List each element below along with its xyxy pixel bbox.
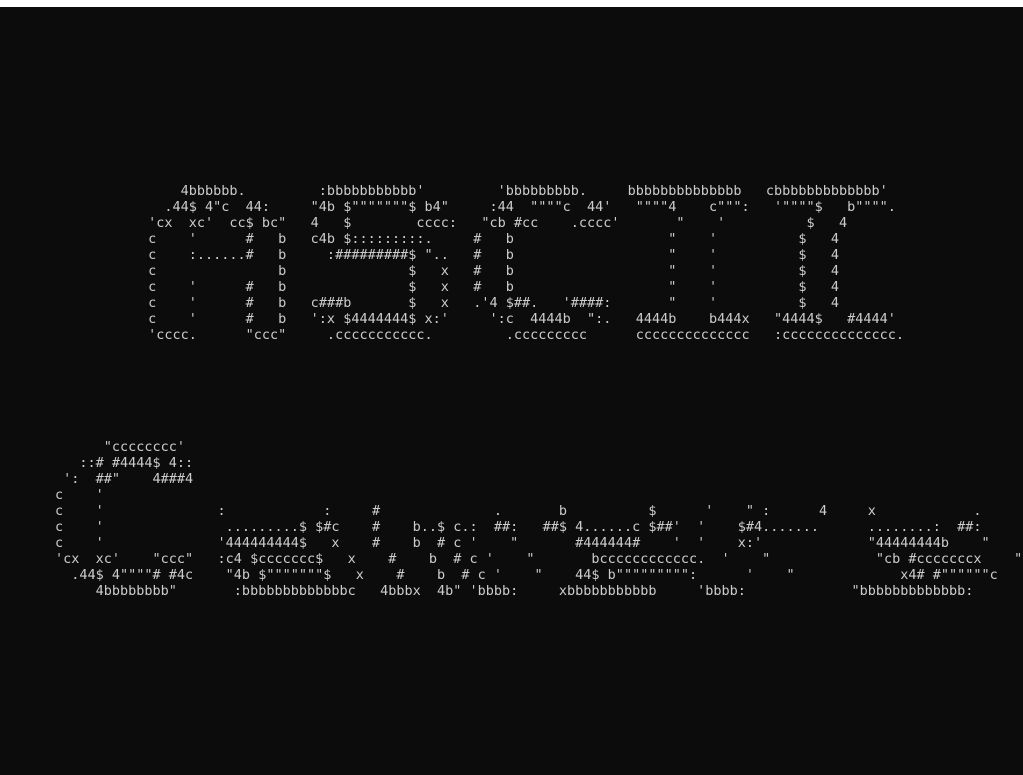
ascii-banner-top-line: 'cccc. "ccc" .ccccccccccc. .ccccccccc cc…: [140, 327, 905, 343]
ascii-banner-bottom-line: ': ##" 4###4: [55, 471, 194, 487]
ascii-banner-top-line: 4bbbbbb. :bbbbbbbbbbb' 'bbbbbbbbb. bbbbb…: [140, 183, 888, 199]
ascii-banner-bottom-line: ::# #4444$ 4::: [55, 455, 194, 471]
ascii-banner-top-line: c ' # b c###b $ x .'4 $##. '####: " ' $ …: [140, 295, 839, 311]
ascii-banner-top-line: 'cx xc' cc$ bc" 4 $ cccc: "cb #cc .cccc'…: [140, 215, 848, 231]
ascii-banner-bottom-line: c ' '444444444$ x # b # c ' " #444444# '…: [55, 535, 990, 551]
ascii-banner-bottom-line: c ': [55, 487, 104, 503]
ascii-banner-top-line: c b $ x # b " ' $ 4: [140, 263, 839, 279]
ascii-banner-bottom: "cccccccc' ::# #4444$ 4:: ': ##" 4###4 c…: [55, 439, 1023, 599]
ascii-banner-bottom-line: .44$ 4""""# #4c "4b $"""""""$ x # b # c …: [55, 567, 1023, 583]
ascii-banner-bottom-line: c ' : : # . b $ ' " : 4 x .: [55, 503, 982, 519]
ascii-banner-top: 4bbbbbb. :bbbbbbbbbbb' 'bbbbbbbbb. bbbbb…: [140, 183, 904, 343]
ascii-banner-top-line: c :......# b :#########$ ".. # b " ' $ 4: [140, 247, 839, 263]
ascii-banner-top-line: c ' # b ':x $4444444$ x:' ':c 4444b ":. …: [140, 311, 896, 327]
ascii-banner-bottom-line: "cccccccc': [55, 439, 186, 455]
ascii-banner-top-line: .44$ 4"c 44: "4b $"""""""$ b4" :44 """"c…: [140, 199, 896, 215]
ascii-banner-top-line: c ' # b c4b $:::::::::. # b " ' $ 4: [140, 231, 839, 247]
ascii-banner-bottom-line: 4bbbbbbbb" :bbbbbbbbbbbbbc 4bbbx 4b" 'bb…: [55, 583, 974, 599]
ascii-banner-top-line: c ' # b $ x # b " ' $ 4: [140, 279, 839, 295]
ascii-banner-bottom-line: c ' .........$ $#c # b..$ c.: ##: ##$ 4.…: [55, 519, 982, 535]
terminal-window[interactable]: 4bbbbbb. :bbbbbbbbbbb' 'bbbbbbbbb. bbbbb…: [0, 0, 1023, 775]
ascii-banner-bottom-line: 'cx xc' "ccc" :c4 $ccccccc$ x # b # c ' …: [55, 551, 1023, 567]
